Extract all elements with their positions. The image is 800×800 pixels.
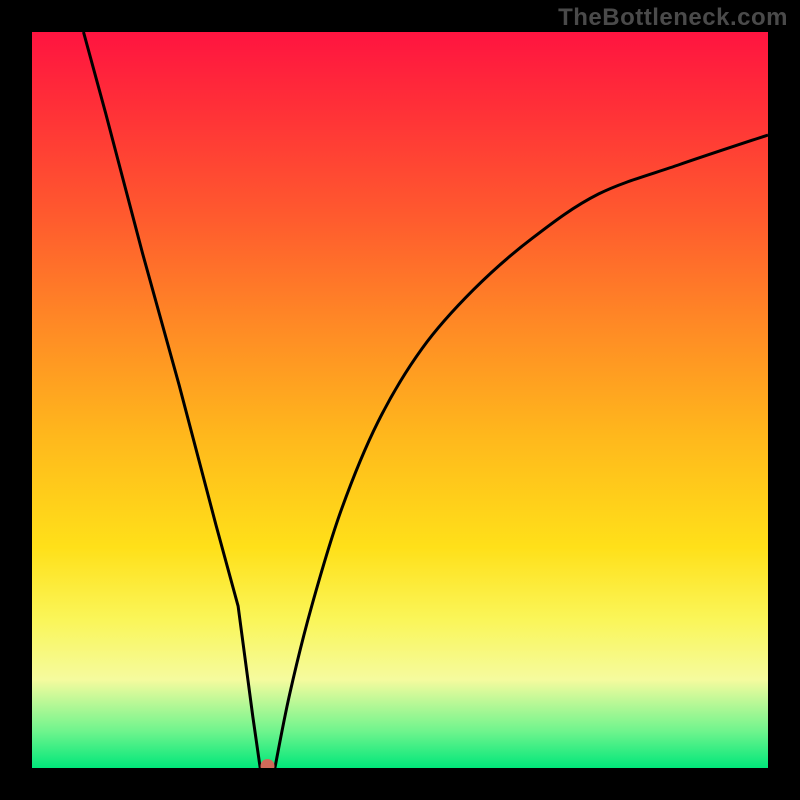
watermark-text: TheBottleneck.com — [558, 4, 788, 32]
curve-left-branch — [84, 32, 261, 768]
chart-frame: TheBottleneck.com — [0, 0, 800, 800]
bottleneck-point-marker — [261, 759, 275, 768]
plot-area — [32, 32, 768, 768]
bottleneck-curve — [32, 32, 768, 768]
curve-right-branch — [275, 135, 768, 768]
